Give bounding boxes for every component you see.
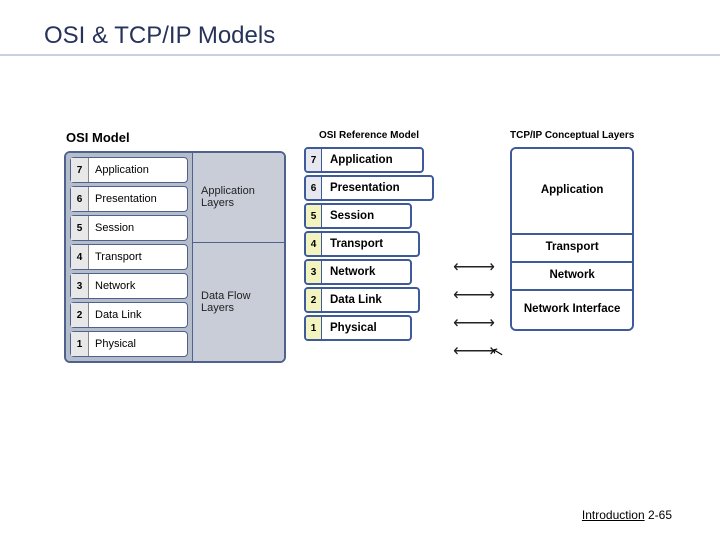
layer-label: Session xyxy=(89,222,134,234)
ref-layer-2: 2 Data Link xyxy=(304,287,420,313)
diagram-content: OSI Model 7 Application 6 Presentation 5… xyxy=(64,130,690,364)
mapping-arrows: ⟵⟶ ⟵⟶ ⟵⟶ ⟵⟶ ↖ xyxy=(448,148,496,364)
ref-layer-3: 3 Network xyxy=(304,259,412,285)
slide-title: OSI & TCP/IP Models xyxy=(44,22,275,50)
double-arrow-icon: ⟵⟶ xyxy=(448,310,496,336)
layer-number: 7 xyxy=(71,158,89,182)
osi-groups-column: Application Layers Data Flow Layers xyxy=(192,153,284,361)
layer-number: 6 xyxy=(306,177,322,199)
data-flow-layers-group: Data Flow Layers xyxy=(192,243,284,361)
layer-number: 6 xyxy=(71,187,89,211)
tcpip-layer-application: Application xyxy=(512,149,632,233)
layer-label: Network xyxy=(322,266,385,278)
tcpip-panel: TCP/IP Conceptual Layers Application Tra… xyxy=(510,130,634,331)
layer-number: 4 xyxy=(71,245,89,269)
layer-label: Transport xyxy=(89,251,142,263)
osi-layer-2: 2 Data Link xyxy=(70,302,188,328)
application-layers-group: Application Layers xyxy=(192,153,284,243)
osi-model-header: OSI Model xyxy=(64,130,286,145)
layer-label: Data Link xyxy=(89,309,141,321)
osi-layer-1: 1 Physical xyxy=(70,331,188,357)
tcpip-stack: Application Transport Network Network In… xyxy=(510,147,634,331)
layer-number: 2 xyxy=(306,289,322,311)
ref-layer-5: 5 Session xyxy=(304,203,412,229)
layer-number: 5 xyxy=(306,205,322,227)
layer-label: Physical xyxy=(89,338,136,350)
double-arrow-icon: ⟵⟶ ↖ xyxy=(448,338,496,364)
tcpip-layer-network: Network xyxy=(512,261,632,289)
layer-label: Session xyxy=(322,210,384,222)
layer-label: Transport xyxy=(322,238,393,250)
osi-reference-panel: OSI Reference Model 7 Application 6 Pres… xyxy=(304,130,434,341)
footer-chapter: Introduction xyxy=(582,508,645,522)
osi-reference-header: OSI Reference Model xyxy=(319,130,419,141)
layer-label: Application xyxy=(89,164,149,176)
tcpip-layer-transport: Transport xyxy=(512,233,632,261)
layer-number: 1 xyxy=(306,317,322,339)
cursor-icon: ↖ xyxy=(490,343,502,361)
osi-layer-4: 4 Transport xyxy=(70,244,188,270)
double-arrow-icon: ⟵⟶ xyxy=(448,282,496,308)
osi-reference-stack: 7 Application 6 Presentation 5 Session 4… xyxy=(304,147,434,341)
osi-layer-5: 5 Session xyxy=(70,215,188,241)
title-underline xyxy=(0,54,720,56)
layer-number: 1 xyxy=(71,332,89,356)
tcpip-layer-network-interface: Network Interface xyxy=(512,289,632,329)
arrow-spacer xyxy=(448,168,496,252)
layer-label: Presentation xyxy=(322,182,410,194)
arrow-glyph: ⟵⟶ xyxy=(453,341,491,361)
ref-layer-7: 7 Application xyxy=(304,147,424,173)
layer-label: Presentation xyxy=(89,193,157,205)
osi-layer-6: 6 Presentation xyxy=(70,186,188,212)
osi-layers-column: 7 Application 6 Presentation 5 Session 4… xyxy=(66,153,192,361)
footer-page: 2-65 xyxy=(648,508,672,522)
osi-model-body: 7 Application 6 Presentation 5 Session 4… xyxy=(64,151,286,363)
layer-label: Data Link xyxy=(322,294,392,306)
layer-number: 3 xyxy=(306,261,322,283)
layer-label: Application xyxy=(322,154,403,166)
layer-number: 7 xyxy=(306,149,322,171)
slide-footer: Introduction 2-65 xyxy=(582,508,672,522)
layer-number: 4 xyxy=(306,233,322,255)
osi-layer-7: 7 Application xyxy=(70,157,188,183)
layer-label: Physical xyxy=(322,322,387,334)
layer-number: 2 xyxy=(71,303,89,327)
layer-number: 5 xyxy=(71,216,89,240)
osi-layer-3: 3 Network xyxy=(70,273,188,299)
tcpip-header: TCP/IP Conceptual Layers xyxy=(510,130,634,141)
layer-number: 3 xyxy=(71,274,89,298)
ref-layer-1: 1 Physical xyxy=(304,315,412,341)
double-arrow-icon: ⟵⟶ xyxy=(448,254,496,280)
osi-model-panel: OSI Model 7 Application 6 Presentation 5… xyxy=(64,130,286,363)
ref-layer-6: 6 Presentation xyxy=(304,175,434,201)
ref-layer-4: 4 Transport xyxy=(304,231,420,257)
layer-label: Network xyxy=(89,280,135,292)
